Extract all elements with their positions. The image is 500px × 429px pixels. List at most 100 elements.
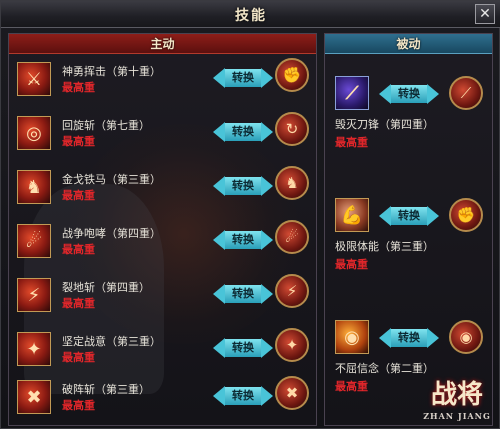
alt-skill-fist-icon[interactable]: ✊ — [275, 58, 309, 92]
alt-skill-figure-icon[interactable]: ✦ — [275, 328, 309, 362]
switch-label: 转换 — [391, 207, 427, 225]
switch-button[interactable]: 转换 — [379, 326, 439, 350]
switch-label: 转换 — [391, 329, 427, 347]
passive-skill: 💪 转换 ✊ 极限体能（第三重） 最高重 — [335, 198, 485, 288]
arrow-right-icon — [261, 284, 273, 304]
skill-row: ⚔ 神勇挥击（第十重） 最高重 转换 ✊ — [17, 58, 310, 110]
skill-row: ✖ 破阵斩（第三重） 最高重 转换 ✖ — [17, 376, 310, 425]
skill-level: 最高重 — [62, 297, 95, 310]
logo-main: 战将 — [430, 379, 483, 410]
switch-label: 转换 — [225, 69, 261, 87]
titlebar: 技能 ✕ — [1, 1, 500, 28]
skill-level: 最高重 — [62, 81, 95, 94]
sword-strike-icon[interactable]: ⚔ — [17, 62, 51, 96]
alt-skill-beast-icon[interactable]: ☄ — [275, 220, 309, 254]
alt-skill-runner-icon[interactable]: ♞ — [275, 166, 309, 200]
whirlwind-slash-icon[interactable]: ◎ — [17, 116, 51, 150]
skill-name: 不屈信念（第二重） — [335, 362, 434, 375]
arrow-left-icon — [213, 230, 225, 250]
alt-skill-arm-icon[interactable]: ✊ — [449, 198, 483, 232]
switch-label: 转换 — [225, 339, 261, 357]
skill-name: 回旋斩（第七重） — [62, 119, 150, 132]
skill-row: ♞ 金戈铁马（第三重） 最高重 转换 ♞ — [17, 166, 310, 218]
skill-level: 最高重 — [62, 135, 95, 148]
skill-name: 金戈铁马（第三重） — [62, 173, 161, 186]
formation-break-icon[interactable]: ✖ — [17, 380, 51, 414]
skill-name: 神勇挥击（第十重） — [62, 65, 161, 78]
skill-name: 战争咆哮（第四重） — [62, 227, 161, 240]
arrow-right-icon — [261, 386, 273, 406]
arrow-right-icon — [261, 122, 273, 142]
arrow-left-icon — [213, 176, 225, 196]
alt-skill-slash-icon[interactable]: ⟋ — [449, 76, 483, 110]
skill-name: 裂地斩（第四重） — [62, 281, 150, 294]
switch-button[interactable]: 转换 — [213, 336, 273, 360]
game-logo: 战将 ZHAN JIANG — [422, 373, 492, 421]
active-skills-panel: 主动 ⚔ 神勇挥击（第十重） 最高重 转换 ✊ ◎ 回旋斩（第七重） 最高重 转… — [8, 33, 317, 426]
arrow-left-icon — [379, 328, 391, 348]
skill-row: ☄ 战争咆哮（第四重） 最高重 转换 ☄ — [17, 220, 310, 272]
passive-header: 被动 — [325, 34, 492, 54]
alt-skill-spiral-icon[interactable]: ◉ — [449, 320, 483, 354]
war-roar-icon[interactable]: ☄ — [17, 224, 51, 258]
skill-name: 破阵斩（第三重） — [62, 383, 150, 396]
arrow-right-icon — [427, 328, 439, 348]
switch-button[interactable]: 转换 — [213, 66, 273, 90]
arrow-left-icon — [213, 68, 225, 88]
skill-level: 最高重 — [62, 243, 95, 256]
skill-level: 最高重 — [335, 380, 368, 393]
skill-level: 最高重 — [62, 399, 95, 412]
switch-label: 转换 — [225, 123, 261, 141]
active-header: 主动 — [9, 34, 316, 54]
arrow-right-icon — [427, 206, 439, 226]
alt-skill-spin-icon[interactable]: ↻ — [275, 112, 309, 146]
switch-button[interactable]: 转换 — [213, 120, 273, 144]
arrow-left-icon — [379, 206, 391, 226]
switch-label: 转换 — [225, 177, 261, 195]
switch-button[interactable]: 转换 — [213, 174, 273, 198]
switch-button[interactable]: 转换 — [379, 204, 439, 228]
switch-button[interactable]: 转换 — [213, 228, 273, 252]
skill-row: ⚡ 裂地斩（第四重） 最高重 转换 ⚡ — [17, 274, 310, 326]
arrow-right-icon — [261, 338, 273, 358]
logo-sub: ZHAN JIANG — [423, 410, 491, 421]
blade-destroyer-icon[interactable]: ⟋ — [335, 76, 369, 110]
window-title: 技能 — [235, 8, 267, 24]
switch-label: 转换 — [391, 85, 427, 103]
switch-button[interactable]: 转换 — [213, 282, 273, 306]
arrow-left-icon — [213, 122, 225, 142]
resolute-will-icon[interactable]: ✦ — [17, 332, 51, 366]
ground-slash-icon[interactable]: ⚡ — [17, 278, 51, 312]
arrow-left-icon — [379, 84, 391, 104]
arrow-left-icon — [213, 338, 225, 358]
skill-name: 坚定战意（第三重） — [62, 335, 161, 348]
arrow-left-icon — [213, 386, 225, 406]
skill-row: ◎ 回旋斩（第七重） 最高重 转换 ↻ — [17, 112, 310, 164]
switch-label: 转换 — [225, 231, 261, 249]
arrow-left-icon — [213, 284, 225, 304]
charge-warrior-icon[interactable]: ♞ — [17, 170, 51, 204]
alt-skill-rune-icon[interactable]: ✖ — [275, 376, 309, 410]
switch-label: 转换 — [225, 285, 261, 303]
arrow-right-icon — [427, 84, 439, 104]
switch-label: 转换 — [225, 387, 261, 405]
close-button[interactable]: ✕ — [475, 4, 495, 24]
passive-skills-panel: 被动 ⟋ 转换 ⟋ 毁灭刀锋（第四重） 最高重 💪 转换 ✊ 极限体能（第三重）… — [324, 33, 493, 426]
eye-of-faith-icon[interactable]: ◉ — [335, 320, 369, 354]
switch-button[interactable]: 转换 — [379, 82, 439, 106]
skills-window: 技能 ✕ 主动 ⚔ 神勇挥击（第十重） 最高重 转换 ✊ ◎ 回旋斩（第七重） … — [0, 0, 500, 429]
alt-skill-claw-icon[interactable]: ⚡ — [275, 274, 309, 308]
skill-row: ✦ 坚定战意（第三重） 最高重 转换 ✦ — [17, 328, 310, 380]
arrow-right-icon — [261, 68, 273, 88]
muscle-arm-icon[interactable]: 💪 — [335, 198, 369, 232]
arrow-right-icon — [261, 230, 273, 250]
arrow-right-icon — [261, 176, 273, 196]
passive-skill: ⟋ 转换 ⟋ 毁灭刀锋（第四重） 最高重 — [335, 76, 485, 166]
skill-name: 毁灭刀锋（第四重） — [335, 118, 434, 131]
skill-name: 极限体能（第三重） — [335, 240, 434, 253]
skill-level: 最高重 — [62, 189, 95, 202]
skill-level: 最高重 — [335, 258, 368, 271]
skill-level: 最高重 — [62, 351, 95, 364]
switch-button[interactable]: 转换 — [213, 384, 273, 408]
skill-level: 最高重 — [335, 136, 368, 149]
